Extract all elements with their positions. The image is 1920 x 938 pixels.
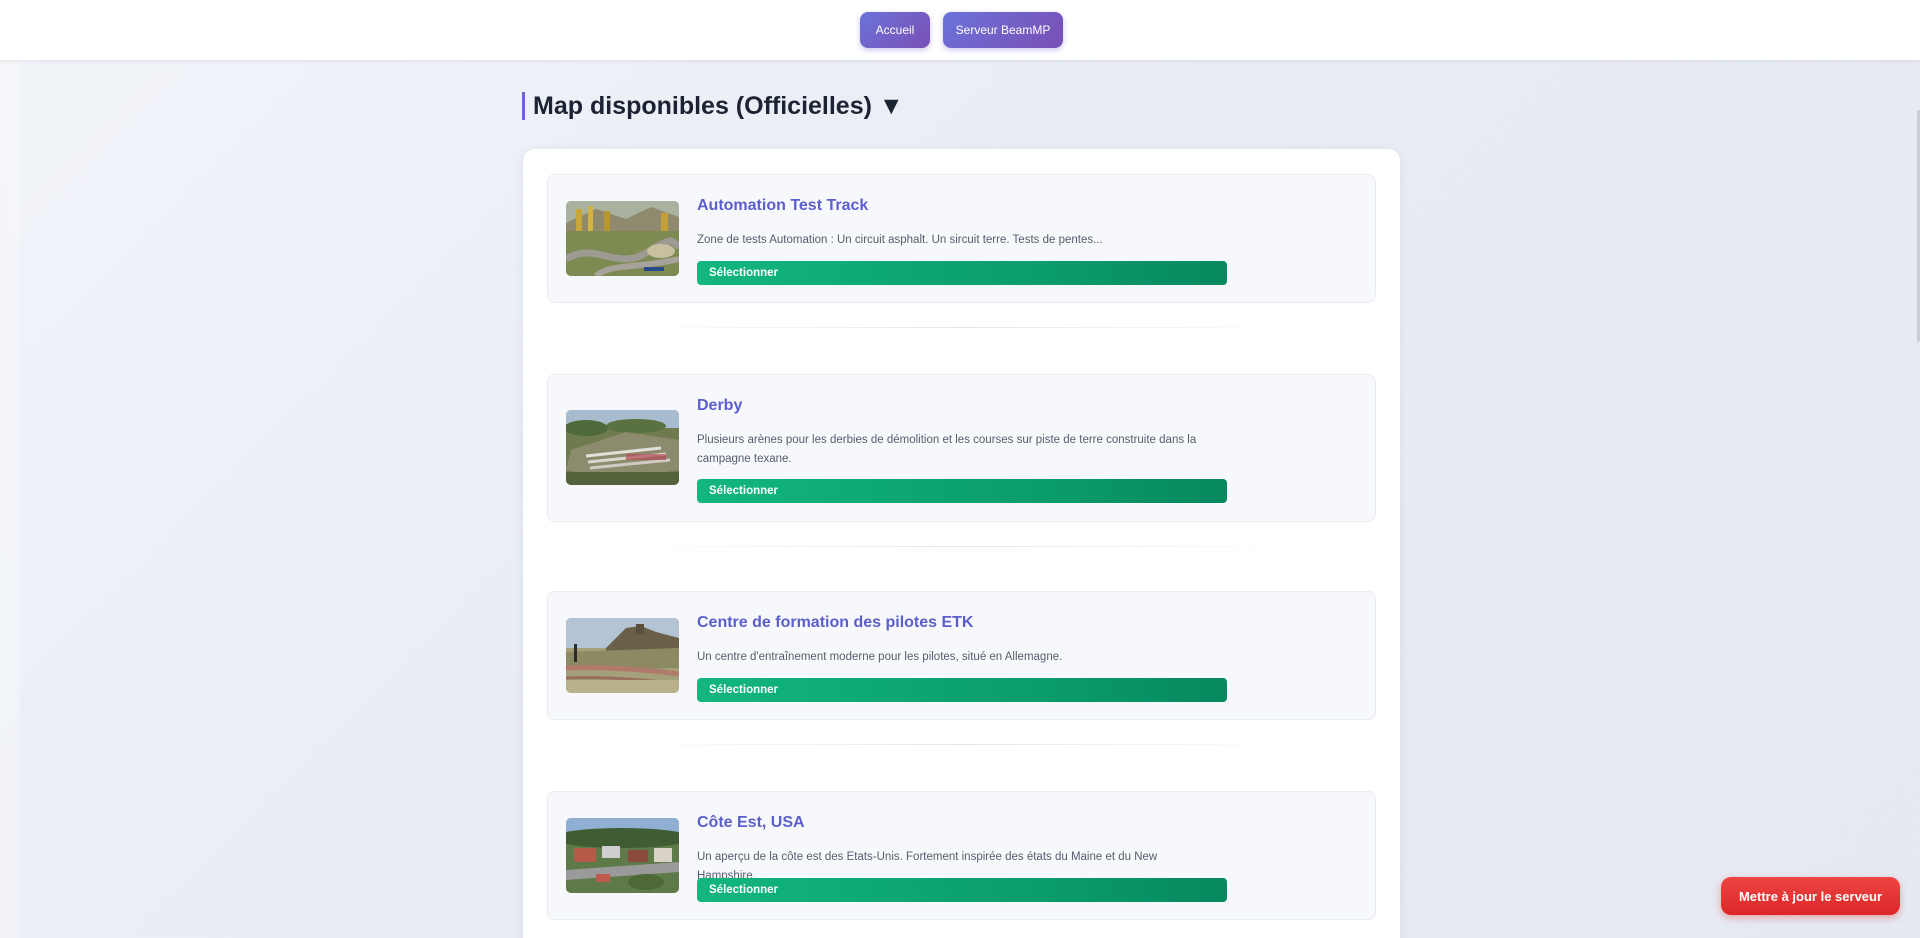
map-description: Zone de tests Automation : Un circuit as… bbox=[697, 234, 1103, 246]
card-divider bbox=[623, 546, 1303, 547]
map-description: Plusieurs arènes pour les derbies de dém… bbox=[697, 434, 1197, 465]
card-divider bbox=[623, 744, 1303, 745]
select-button[interactable]: Sélectionner bbox=[697, 479, 1227, 503]
east-coast-town-thumbnail bbox=[566, 818, 679, 893]
update-server-button[interactable]: Mettre à jour le serveur bbox=[1721, 877, 1900, 915]
map-title[interactable]: Automation Test Track bbox=[697, 197, 868, 215]
map-card-etk: Centre de formation des pilotes ETK Un c… bbox=[547, 591, 1376, 720]
top-navigation-bar: Accueil Serveur BeamMP bbox=[0, 0, 1920, 60]
select-button[interactable]: Sélectionner bbox=[697, 261, 1227, 285]
home-button[interactable]: Accueil bbox=[860, 12, 930, 48]
beammp-server-button[interactable]: Serveur BeamMP bbox=[943, 12, 1063, 48]
select-button[interactable]: Sélectionner bbox=[697, 678, 1227, 702]
card-divider bbox=[623, 327, 1303, 328]
race-track-thumbnail bbox=[566, 201, 679, 276]
maps-panel: Automation Test Track Zone de tests Auto… bbox=[523, 149, 1400, 938]
arena-thumbnail bbox=[566, 410, 679, 485]
map-card-east-coast: Côte Est, USA Un aperçu de la côte est d… bbox=[547, 791, 1376, 920]
section-title[interactable]: Map disponibles (Officielles) ▼ bbox=[522, 92, 904, 120]
map-title[interactable]: Côte Est, USA bbox=[697, 814, 805, 832]
map-card-derby: Derby Plusieurs arènes pour les derbies … bbox=[547, 374, 1376, 522]
map-card-automation: Automation Test Track Zone de tests Auto… bbox=[547, 174, 1376, 303]
map-title[interactable]: Centre de formation des pilotes ETK bbox=[697, 614, 973, 632]
left-edge-strip bbox=[0, 60, 20, 938]
select-button[interactable]: Sélectionner bbox=[697, 878, 1227, 902]
map-description: Un centre d'entraînement moderne pour le… bbox=[697, 651, 1063, 663]
map-title[interactable]: Derby bbox=[697, 397, 742, 415]
training-center-thumbnail bbox=[566, 618, 679, 693]
